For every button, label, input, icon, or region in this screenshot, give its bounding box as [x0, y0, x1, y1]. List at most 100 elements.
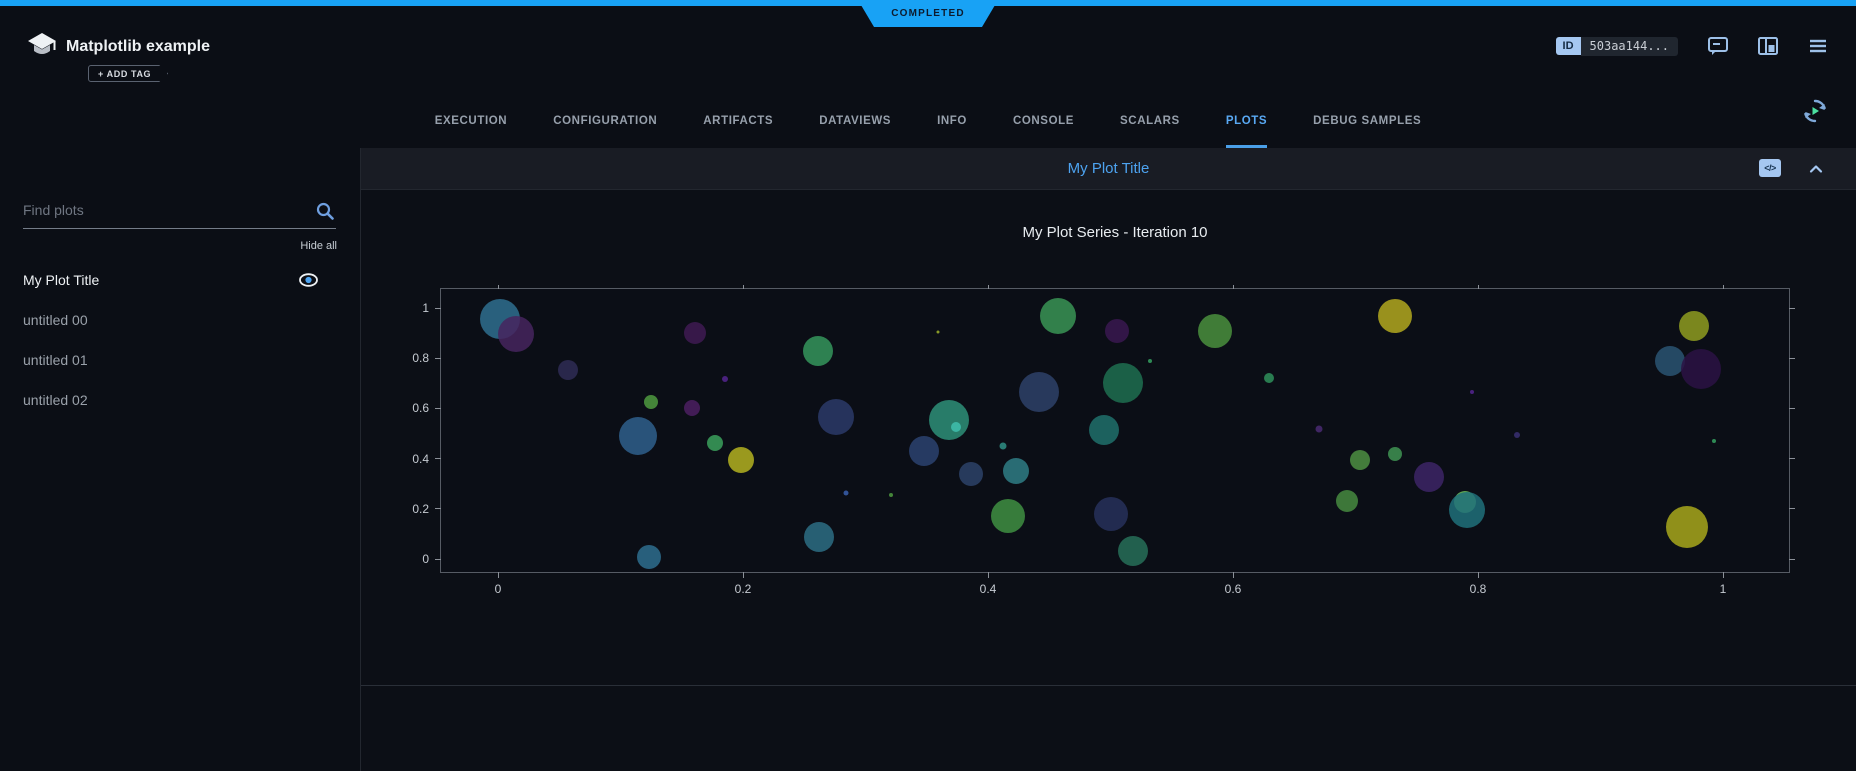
scatter-point [1148, 359, 1152, 363]
y-axis-tick [435, 508, 441, 509]
scatter-point [1449, 492, 1485, 528]
scatter-point [1350, 450, 1370, 470]
auto-refresh-icon[interactable] [1802, 98, 1828, 124]
plot-panel-title: My Plot Title [361, 160, 1856, 177]
scatter-point [498, 316, 534, 352]
x-axis-top-tick [743, 285, 744, 289]
y-axis-right-tick [1789, 358, 1795, 359]
scatter-point [1040, 298, 1076, 334]
layout-panel-icon[interactable] [1758, 36, 1778, 56]
experiment-id-badge[interactable]: ID 503aa144... [1556, 37, 1678, 56]
scatter-point [1118, 536, 1148, 566]
chart-area[interactable]: My Plot Series - Iteration 10 00.20.40.6… [361, 190, 1856, 643]
scatter-point [951, 422, 961, 432]
x-axis-tick [1233, 572, 1234, 578]
tab-plots[interactable]: PLOTS [1226, 85, 1267, 148]
scatter-point [803, 336, 833, 366]
scatter-point [722, 376, 728, 382]
sidebar-plot-item[interactable]: untitled 02 [0, 380, 360, 420]
id-value: 503aa144... [1581, 37, 1678, 56]
plot-list: My Plot Title untitled 00 untitled 01 untit… [0, 260, 360, 420]
scatter-point [1388, 447, 1402, 461]
scatter-point [818, 399, 854, 435]
scatter-point [1094, 497, 1128, 531]
search-input[interactable] [23, 196, 303, 218]
status-ribbon: COMPLETED [858, 0, 998, 27]
scatter-point [1198, 314, 1232, 348]
y-tick-label: 0.4 [412, 452, 429, 466]
tab-debug-samples[interactable]: DEBUG SAMPLES [1313, 85, 1421, 148]
tab-artifacts[interactable]: ARTIFACTS [703, 85, 773, 148]
scatter-point [1514, 432, 1520, 438]
y-axis-tick [435, 408, 441, 409]
scatter-point [728, 447, 754, 473]
x-axis-tick [743, 572, 744, 578]
scatter-point [1103, 363, 1143, 403]
plots-sidebar: Hide all My Plot Title untitled 00 untitle… [0, 148, 361, 771]
x-tick-label: 0.8 [1470, 582, 1487, 596]
comment-icon[interactable] [1708, 36, 1728, 56]
plot-search [23, 196, 336, 229]
scatter-point [959, 462, 983, 486]
scatter-point [929, 400, 969, 440]
sidebar-plot-item[interactable]: untitled 01 [0, 340, 360, 380]
tab-configuration[interactable]: CONFIGURATION [553, 85, 657, 148]
hamburger-menu-icon[interactable] [1808, 36, 1828, 56]
sidebar-plot-item[interactable]: untitled 00 [0, 300, 360, 340]
eye-visible-icon[interactable] [299, 273, 318, 287]
x-axis-top-tick [1233, 285, 1234, 289]
tab-dataviews[interactable]: DATAVIEWS [819, 85, 891, 148]
y-axis-tick [435, 458, 441, 459]
y-tick-label: 0.8 [412, 351, 429, 365]
tab-console[interactable]: CONSOLE [1013, 85, 1074, 148]
x-axis-top-tick [1478, 285, 1479, 289]
plot-item-label: untitled 01 [23, 352, 88, 368]
x-axis-tick [1478, 572, 1479, 578]
x-axis-tick [498, 572, 499, 578]
scatter-point [1378, 299, 1412, 333]
x-axis-tick [1723, 572, 1724, 578]
scatter-point [889, 493, 893, 497]
scatter-point [1105, 319, 1129, 343]
x-tick-label: 0 [495, 582, 502, 596]
scatter-point [1019, 372, 1059, 412]
plot-item-label: untitled 00 [23, 312, 88, 328]
scatter-point [1666, 506, 1708, 548]
search-icon[interactable] [316, 202, 334, 220]
y-axis-right-tick [1789, 308, 1795, 309]
experiment-title: Matplotlib example [66, 38, 210, 56]
y-axis-tick [435, 308, 441, 309]
x-axis-top-tick [1723, 285, 1724, 289]
id-label: ID [1556, 37, 1581, 55]
panel-bottom-divider [361, 685, 1856, 686]
chevron-up-icon[interactable] [1808, 161, 1824, 177]
y-tick-label: 0.2 [412, 502, 429, 516]
add-tag-button[interactable]: + ADD TAG [88, 65, 168, 82]
x-axis-tick [988, 572, 989, 578]
y-axis-tick [435, 559, 441, 560]
scatter-point [1336, 490, 1358, 512]
scatter-point [684, 400, 700, 416]
scatter-point [637, 545, 661, 569]
scatter-plot-points [498, 308, 1723, 559]
tab-info[interactable]: INFO [937, 85, 967, 148]
x-tick-label: 0.4 [980, 582, 997, 596]
tab-scalars[interactable]: SCALARS [1120, 85, 1180, 148]
plot-item-label: untitled 02 [23, 392, 88, 408]
y-tick-label: 0 [422, 552, 429, 566]
tab-execution[interactable]: EXECUTION [435, 85, 508, 148]
x-tick-label: 0.6 [1225, 582, 1242, 596]
y-axis-right-tick [1789, 559, 1795, 560]
scatter-point [1712, 439, 1716, 443]
app-window: COMPLETED Matplotlib example + ADD TAG I… [0, 0, 1856, 771]
scatter-point [991, 499, 1025, 533]
hide-all-link[interactable]: Hide all [300, 240, 337, 252]
scatter-point [619, 417, 657, 455]
embed-code-icon[interactable]: </> [1759, 159, 1781, 177]
scatter-point [1414, 462, 1444, 492]
y-axis-tick [435, 358, 441, 359]
sidebar-plot-item[interactable]: My Plot Title [0, 260, 360, 300]
scatter-point [1470, 390, 1474, 394]
scatter-point [999, 443, 1006, 450]
plot-panel-header: My Plot Title </> [361, 148, 1856, 190]
